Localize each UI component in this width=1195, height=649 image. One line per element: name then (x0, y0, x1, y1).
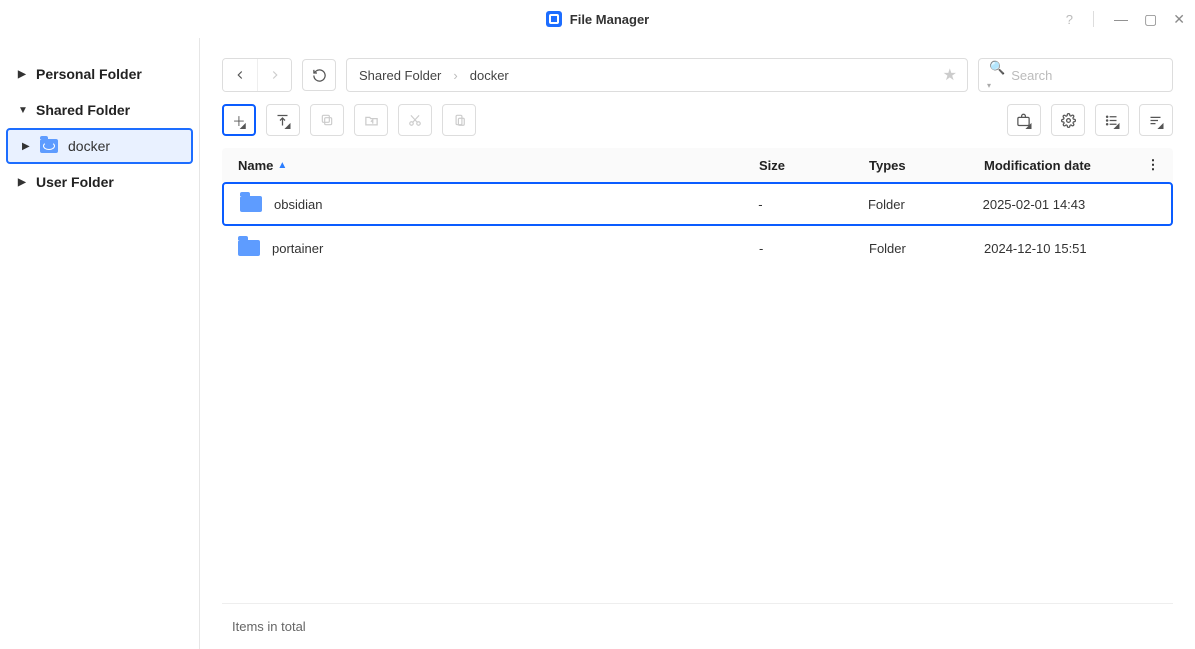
sidebar-item-docker[interactable]: ▶ docker (6, 128, 193, 164)
file-size: - (742, 197, 852, 212)
move-button[interactable] (354, 104, 388, 136)
status-text: Items in total (232, 619, 306, 634)
column-header-date[interactable]: Modification date (968, 158, 1143, 173)
window-title-wrap: File Manager (546, 11, 649, 27)
search-wrap: 🔍 (978, 58, 1173, 92)
dropdown-arrow-icon: ◢ (1025, 121, 1031, 130)
file-name: portainer (272, 241, 323, 256)
column-label: Size (759, 158, 785, 173)
file-type: Folder (853, 241, 968, 256)
file-name: obsidian (274, 197, 322, 212)
sidebar-item-personal-folder[interactable]: ▶ Personal Folder (0, 56, 199, 92)
column-header-types[interactable]: Types (853, 158, 968, 173)
breadcrumb-item-docker[interactable]: docker (470, 68, 509, 83)
nav-back-forward (222, 58, 292, 92)
shared-folder-icon (40, 139, 58, 153)
sidebar-item-user-folder[interactable]: ▶ User Folder (0, 164, 199, 200)
sidebar-item-label: Personal Folder (36, 66, 142, 82)
window-title: File Manager (570, 12, 649, 27)
dropdown-arrow-icon: ◢ (1113, 121, 1119, 130)
chevron-right-icon: ▶ (22, 141, 30, 152)
chevron-right-icon: › (453, 68, 457, 83)
file-table: Name Size Types Modification date ⋮ obsi… (222, 148, 1173, 603)
table-header: Name Size Types Modification date ⋮ (222, 148, 1173, 182)
tools-button[interactable]: ◢ (1007, 104, 1041, 136)
refresh-button[interactable] (302, 59, 336, 91)
sidebar-item-shared-folder[interactable]: ▼ Shared Folder (0, 92, 199, 128)
column-label: Types (869, 158, 906, 173)
table-row[interactable]: obsidian - Folder 2025-02-01 14:43 (222, 182, 1173, 226)
chevron-right-icon: ▶ (18, 177, 26, 188)
window-controls: ? — ▢ ✕ (1066, 0, 1185, 38)
dropdown-arrow-icon: ◢ (284, 121, 290, 130)
file-type: Folder (852, 197, 967, 212)
sort-button[interactable]: ◢ (1139, 104, 1173, 136)
folder-icon (240, 196, 262, 212)
column-label: Modification date (984, 158, 1091, 173)
dropdown-arrow-icon: ◢ (240, 121, 246, 130)
upload-button[interactable]: ◢ (266, 104, 300, 136)
app-icon (546, 11, 562, 27)
sidebar: ▶ Personal Folder ▼ Shared Folder ▶ dock… (0, 38, 200, 649)
nav-row: Shared Folder › docker ★ 🔍 (222, 58, 1173, 92)
help-icon[interactable]: ? (1066, 12, 1073, 27)
add-button[interactable]: ＋◢ (222, 104, 256, 136)
settings-button[interactable] (1051, 104, 1085, 136)
column-header-name[interactable]: Name (222, 158, 743, 173)
main-pane: Shared Folder › docker ★ 🔍 ＋◢ ◢ ◢ ◢ ◢ (200, 38, 1195, 649)
file-date: 2024-12-10 15:51 (968, 241, 1143, 256)
close-icon[interactable]: ✕ (1173, 11, 1185, 28)
breadcrumb-item-shared-folder[interactable]: Shared Folder (359, 68, 441, 83)
column-label: Name (238, 158, 273, 173)
search-icon[interactable]: 🔍 (989, 60, 1005, 91)
minimize-icon[interactable]: — (1114, 11, 1128, 27)
cut-button[interactable] (398, 104, 432, 136)
file-size: - (743, 241, 853, 256)
forward-button[interactable] (257, 59, 291, 91)
column-header-size[interactable]: Size (743, 158, 853, 173)
back-button[interactable] (223, 59, 257, 91)
titlebar: File Manager ? — ▢ ✕ (0, 0, 1195, 38)
sidebar-item-label: Shared Folder (36, 102, 130, 118)
toolbar: ＋◢ ◢ ◢ ◢ ◢ (222, 104, 1173, 136)
copy-button[interactable] (310, 104, 344, 136)
search-input[interactable] (1011, 68, 1162, 83)
sidebar-item-label: docker (68, 138, 110, 154)
chevron-down-icon: ▼ (18, 105, 26, 116)
maximize-icon[interactable]: ▢ (1144, 11, 1157, 28)
dropdown-arrow-icon: ◢ (1157, 121, 1163, 130)
chevron-right-icon: ▶ (18, 69, 26, 80)
separator (1093, 11, 1094, 27)
breadcrumb: Shared Folder › docker ★ (346, 58, 968, 92)
favorite-star-icon[interactable]: ★ (943, 65, 957, 85)
table-row[interactable]: portainer - Folder 2024-12-10 15:51 (222, 226, 1173, 270)
paste-button[interactable] (442, 104, 476, 136)
folder-icon (238, 240, 260, 256)
view-list-button[interactable]: ◢ (1095, 104, 1129, 136)
sidebar-item-label: User Folder (36, 174, 114, 190)
column-menu-icon[interactable]: ⋮ (1143, 157, 1163, 173)
statusbar: Items in total (222, 603, 1173, 649)
sort-asc-icon (277, 162, 287, 169)
file-date: 2025-02-01 14:43 (967, 197, 1141, 212)
